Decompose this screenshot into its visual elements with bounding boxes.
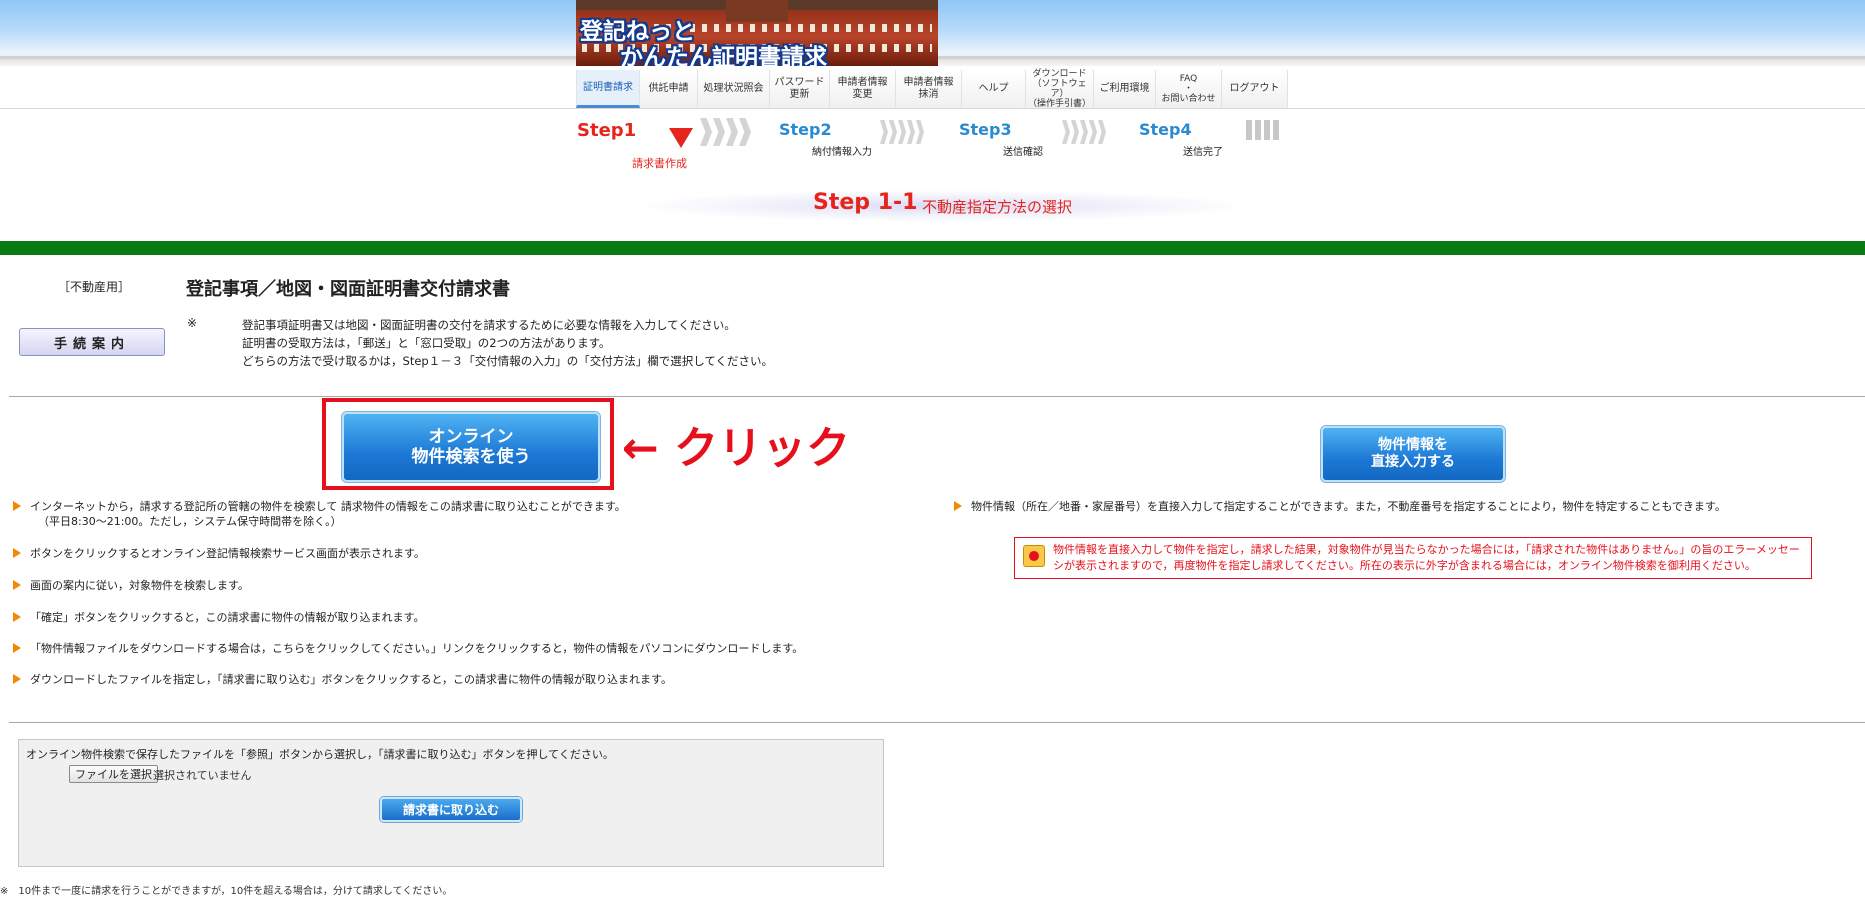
step3-label: Step3 bbox=[959, 120, 1012, 139]
bullet-text: ダウンロードしたファイルを指定し，「請求書に取り込む」ボタンをクリックすると，こ… bbox=[30, 673, 672, 686]
step4-label: Step4 bbox=[1139, 120, 1192, 139]
step1-sub-label: 請求書作成 bbox=[632, 157, 687, 170]
direct-input-button[interactable]: 物件情報を 直接入力する bbox=[1321, 426, 1505, 482]
site-logo[interactable]: 登記ねっと かんたん証明書請求 bbox=[576, 0, 938, 66]
main-nav: 証明書請求 供託申請 処理状況照会 パスワード 更新 申請者情報 変更 申請者情… bbox=[576, 69, 1288, 109]
nav-certificate-request[interactable]: 証明書請求 bbox=[576, 70, 640, 108]
import-to-request-button[interactable]: 請求書に取り込む bbox=[380, 797, 522, 822]
nav-faq-contact[interactable]: FAQ ・ お問い合わせ bbox=[1156, 70, 1222, 108]
substep-label: Step 1-1 bbox=[813, 190, 918, 215]
warning-icon bbox=[1023, 545, 1045, 567]
nav-help[interactable]: ヘルプ bbox=[962, 70, 1026, 108]
form-category: ［不動産用］ bbox=[58, 280, 131, 294]
bullet-text: 画面の案内に従い，対象物件を検索します。 bbox=[30, 579, 249, 592]
nav-download[interactable]: ダウンロード （ソフトウェア） （操作手引書） bbox=[1026, 69, 1094, 109]
form-title: 登記事項／地図・図面証明書交付請求書 bbox=[186, 279, 510, 300]
bullet-arrow-icon bbox=[13, 548, 21, 558]
left-bullet-item: 「確定」ボタンをクリックすると，この請求書に物件の情報が取り込まれます。 bbox=[13, 610, 425, 625]
nav-status-inquiry[interactable]: 処理状況照会 bbox=[698, 70, 770, 108]
bullet-arrow-icon bbox=[13, 580, 21, 590]
divider bbox=[9, 722, 1865, 723]
right-bullet-item: 物件情報（所在／地番・家屋番号）を直接入力して指定することができます。また，不動… bbox=[954, 499, 1726, 514]
left-bullet-item: ボタンをクリックするとオンライン登記情報検索サービス画面が表示されます。 bbox=[13, 546, 425, 561]
logo-tower bbox=[726, 0, 788, 22]
bullet-arrow-icon bbox=[13, 612, 21, 622]
bullet-text: インターネットから，請求する登記所の管轄の物件を検索して 請求物件の情報をこの請… bbox=[30, 500, 626, 513]
direct-input-button-line1: 物件情報を bbox=[1378, 437, 1448, 453]
header-banner: 登記ねっと かんたん証明書請求 bbox=[0, 0, 1865, 66]
main-nav-bar: 証明書請求 供託申請 処理状況照会 パスワード 更新 申請者情報 変更 申請者情… bbox=[0, 69, 1865, 109]
step-arrows-icon bbox=[700, 118, 752, 146]
step-arrows-icon bbox=[880, 120, 925, 144]
left-bullet-item: 画面の案内に従い，対象物件を検索します。 bbox=[13, 578, 249, 593]
substep-title: 不動産指定方法の選択 bbox=[922, 198, 1073, 216]
step1-label: Step1 bbox=[577, 120, 637, 141]
footer-note: ※ 10件まで一度に請求を行うことができますが，10件を超える場合は，分けて請求… bbox=[0, 886, 453, 897]
logo-text-line2: かんたん証明書請求 bbox=[620, 45, 827, 66]
form-note-line: 登記事項証明書又は地図・図面証明書の交付を請求するために必要な情報を入力してくだ… bbox=[242, 318, 736, 332]
online-search-button-line2: 物件検索を使う bbox=[411, 447, 531, 467]
form-notes: 登記事項証明書又は地図・図面証明書の交付を請求するために必要な情報を入力してくだ… bbox=[242, 316, 773, 370]
step-arrows-icon bbox=[1062, 120, 1107, 144]
nav-applicant-change[interactable]: 申請者情報 変更 bbox=[830, 70, 896, 108]
left-bullet-item: ダウンロードしたファイルを指定し，「請求書に取り込む」ボタンをクリックすると，こ… bbox=[13, 672, 672, 687]
bullet-arrow-icon bbox=[13, 674, 21, 684]
note-mark: ※ bbox=[187, 316, 198, 330]
file-import-note: オンライン物件検索で保存したファイルを「参照」ボタンから選択し，「請求書に取り込… bbox=[26, 748, 614, 761]
left-bullet-item: インターネットから，請求する登記所の管轄の物件を検索して 請求物件の情報をこの請… bbox=[13, 499, 626, 529]
bullet-text: 「確定」ボタンをクリックすると，この請求書に物件の情報が取り込まれます。 bbox=[30, 611, 425, 624]
bullet-subtext: （平日8:30～21:00。ただし，システム保守時間帯を除く。） bbox=[38, 515, 342, 528]
bullet-arrow-icon bbox=[13, 501, 21, 511]
bullet-text: 物件情報（所在／地番・家屋番号）を直接入力して指定することができます。また，不動… bbox=[971, 500, 1726, 513]
step-end-bars-icon bbox=[1246, 120, 1282, 140]
left-bullet-item: 「物件情報ファイルをダウンロードする場合は，こちらをクリックしてください。」リン… bbox=[13, 641, 804, 656]
form-note-line: どちらの方法で受け取るかは，Step１－３「交付情報の入力」の「交付方法」欄で選… bbox=[242, 354, 774, 368]
online-search-button-line1: オンライン bbox=[428, 427, 514, 447]
bullet-arrow-icon bbox=[954, 501, 962, 511]
step2-label: Step2 bbox=[779, 120, 832, 139]
bullet-text: ボタンをクリックするとオンライン登記情報検索サービス画面が表示されます。 bbox=[30, 547, 425, 560]
warning-box: 物件情報を直接入力して物件を指定し，請求した結果，対象物件が見当たらなかった場合… bbox=[1014, 537, 1812, 579]
step3-sub-label: 送信確認 bbox=[1003, 147, 1043, 158]
nav-environment[interactable]: ご利用環境 bbox=[1094, 70, 1156, 108]
bullet-text: 「物件情報ファイルをダウンロードする場合は，こちらをクリックしてください。」リン… bbox=[30, 642, 804, 655]
bullet-arrow-icon bbox=[13, 643, 21, 653]
procedure-guide-button[interactable]: 手続案内 bbox=[19, 328, 165, 356]
divider bbox=[9, 396, 1865, 397]
online-search-button[interactable]: オンライン 物件検索を使う bbox=[342, 412, 600, 482]
file-status-text: 選択されていません bbox=[153, 769, 252, 782]
section-divider-bar bbox=[0, 241, 1865, 255]
nav-applicant-delete[interactable]: 申請者情報 抹消 bbox=[896, 70, 962, 108]
current-step-marker-icon bbox=[669, 128, 693, 148]
warning-line2: シが表示されますので，再度物件を指定し請求してください。所在の表示に外字が含まれ… bbox=[1053, 559, 1756, 572]
step2-sub-label: 納付情報入力 bbox=[812, 147, 872, 158]
warning-line1: 物件情報を直接入力して物件を指定し，請求した結果，対象物件が見当たらなかった場合… bbox=[1053, 543, 1800, 556]
nav-password-update[interactable]: パスワード 更新 bbox=[770, 70, 830, 108]
step4-sub-label: 送信完了 bbox=[1183, 147, 1223, 158]
click-annotation: ← クリック bbox=[622, 423, 851, 474]
form-note-line: 証明書の受取方法は，「郵送」と「窓口受取」の2つの方法があります。 bbox=[242, 336, 611, 350]
nav-logout[interactable]: ログアウト bbox=[1222, 70, 1288, 108]
choose-file-button[interactable]: ファイルを選択 bbox=[69, 765, 158, 783]
direct-input-button-line2: 直接入力する bbox=[1371, 454, 1455, 470]
nav-deposit-application[interactable]: 供託申請 bbox=[640, 70, 698, 108]
